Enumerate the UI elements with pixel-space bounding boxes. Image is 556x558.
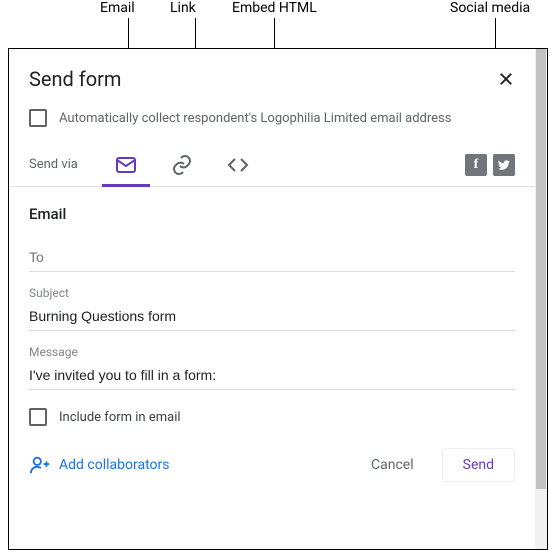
- twitter-button[interactable]: [493, 154, 515, 176]
- tab-link[interactable]: [154, 143, 210, 187]
- close-button[interactable]: [497, 70, 515, 88]
- send-form-dialog: Send form Automatically collect responde…: [8, 48, 548, 550]
- embed-icon: [226, 153, 250, 177]
- subject-label: Subject: [29, 286, 515, 300]
- dialog-title: Send form: [29, 67, 121, 91]
- cancel-button[interactable]: Cancel: [351, 449, 434, 481]
- twitter-icon: [497, 158, 511, 172]
- close-icon: [497, 70, 515, 88]
- message-label: Message: [29, 345, 515, 359]
- tab-embed[interactable]: [210, 143, 266, 187]
- send-button[interactable]: Send: [442, 448, 515, 482]
- auto-collect-label: Automatically collect respondent's Logop…: [59, 111, 451, 126]
- message-input[interactable]: [29, 361, 515, 390]
- add-collaborators-label: Add collaborators: [59, 457, 169, 473]
- add-collaborators-button[interactable]: Add collaborators: [29, 454, 169, 476]
- to-input[interactable]: [29, 243, 515, 272]
- facebook-icon: f: [474, 157, 479, 173]
- annotation-link: Link: [170, 0, 196, 16]
- tab-email[interactable]: [98, 143, 154, 187]
- include-form-checkbox[interactable]: [29, 408, 47, 426]
- include-form-label: Include form in email: [59, 410, 181, 425]
- link-icon: [170, 153, 194, 177]
- email-icon: [114, 153, 138, 177]
- facebook-button[interactable]: f: [465, 154, 487, 176]
- add-collaborator-icon: [29, 454, 51, 476]
- annotation-email: Email: [100, 0, 135, 16]
- annotation-layer: Email Link Embed HTML Social media: [0, 0, 556, 50]
- auto-collect-checkbox[interactable]: [29, 109, 47, 127]
- scrollbar-thumb[interactable]: [536, 49, 546, 489]
- email-section-heading: Email: [9, 187, 535, 229]
- annotation-embed: Embed HTML: [232, 0, 317, 16]
- scrollbar[interactable]: [535, 49, 547, 549]
- send-via-label: Send via: [29, 157, 78, 172]
- subject-input[interactable]: [29, 302, 515, 331]
- annotation-social: Social media: [450, 0, 530, 16]
